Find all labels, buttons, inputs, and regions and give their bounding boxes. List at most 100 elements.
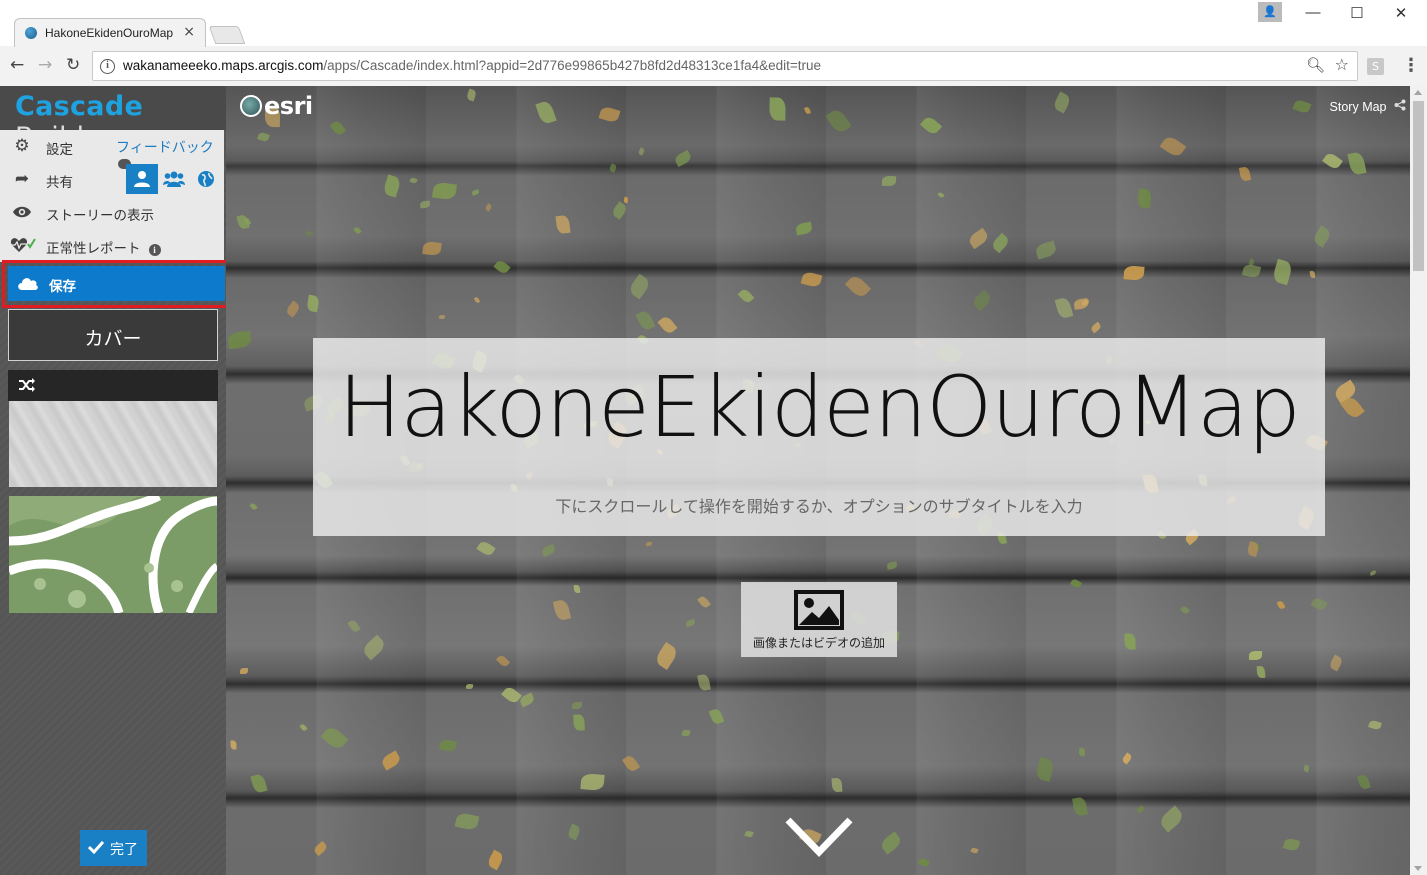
share-label: 共有 xyxy=(46,175,73,191)
share-nodes-icon[interactable] xyxy=(1394,99,1406,111)
maximize-button[interactable]: ☐ xyxy=(1342,4,1372,26)
leaf-decoration xyxy=(422,240,442,257)
story-map-link[interactable]: Story Map xyxy=(1330,99,1406,114)
section-card-cover[interactable]: カバー xyxy=(8,309,218,361)
browser-menu-icon[interactable]: ⋮ xyxy=(1402,55,1420,76)
leaf-decoration xyxy=(970,846,979,855)
leaf-decoration xyxy=(1073,298,1089,310)
done-label: 完了 xyxy=(110,842,138,858)
reload-icon[interactable]: ↻ xyxy=(66,55,80,75)
leaf-decoration xyxy=(382,174,402,198)
leaf-decoration xyxy=(635,309,656,332)
builder-sidebar: Cascade Builder ⚙ 設定 フィードバック ➦ 共有 xyxy=(0,86,230,875)
leaf-decoration xyxy=(800,270,823,289)
leaf-decoration xyxy=(769,97,786,121)
leaf-decoration xyxy=(1078,747,1086,757)
leaf-decoration xyxy=(627,273,652,300)
save-button[interactable]: 保存 xyxy=(8,266,225,301)
builder-menu: ⚙ 設定 フィードバック ➦ 共有 ストーリーの表示 正常性レポート i xyxy=(0,130,224,262)
back-arrow-icon[interactable]: ← xyxy=(10,55,24,75)
leaf-decoration xyxy=(803,106,812,115)
close-window-button[interactable]: ✕ xyxy=(1386,4,1416,26)
leaf-decoration xyxy=(305,229,314,238)
leaf-decoration xyxy=(1369,570,1377,576)
share-private-button[interactable] xyxy=(126,164,158,194)
extension-s-icon[interactable]: S xyxy=(1367,58,1384,75)
section-card-header xyxy=(8,370,218,401)
scroll-down-arrow-icon[interactable] xyxy=(1414,866,1422,871)
scrollbar-thumb[interactable] xyxy=(1413,101,1424,271)
leaf-decoration xyxy=(1121,752,1133,765)
brand-cascade: Cascade xyxy=(15,91,144,122)
url-text[interactable]: wakanameeeko.maps.arcgis.com/apps/Cascad… xyxy=(123,58,821,73)
save-highlight: 保存 xyxy=(2,260,230,308)
browser-tab[interactable]: HakoneEkidenOuroMap × xyxy=(14,18,206,47)
section-card-map[interactable] xyxy=(9,496,217,613)
leaf-decoration xyxy=(573,584,581,594)
zoom-magnifier-icon[interactable]: 🔍︎ xyxy=(1306,56,1325,74)
leaf-decoration xyxy=(708,707,725,726)
leaf-decoration xyxy=(1136,188,1153,209)
leaf-decoration xyxy=(1052,91,1072,114)
story-subtitle[interactable]: 下にスクロールして操作を開始するか、オプションのサブタイトルを入力 xyxy=(313,493,1325,517)
info-icon[interactable]: i xyxy=(148,244,161,256)
site-info-icon[interactable]: i xyxy=(100,59,115,74)
leaf-decoration xyxy=(1357,773,1371,791)
leaf-decoration xyxy=(608,163,618,173)
leaf-decoration xyxy=(673,149,693,168)
leaf-decoration xyxy=(886,561,898,570)
done-button[interactable]: 完了 xyxy=(80,830,147,866)
share-organization-button[interactable] xyxy=(158,164,190,194)
user-profile-icon[interactable]: 👤 xyxy=(1258,2,1282,22)
scroll-up-arrow-icon[interactable] xyxy=(1414,90,1422,95)
cover-title-panel: HakoneEkidenOuroMap 下にスクロールして操作を開始するか、オプ… xyxy=(313,338,1325,536)
menu-health-report[interactable]: 正常性レポート i xyxy=(0,229,224,262)
eye-icon xyxy=(12,202,32,222)
section-card-immersive[interactable] xyxy=(8,370,218,488)
image-icon xyxy=(794,590,844,630)
minimize-button[interactable]: — xyxy=(1298,4,1328,26)
view-story-label: ストーリーの表示 xyxy=(46,208,154,224)
share-public-button[interactable] xyxy=(190,164,222,194)
check-icon xyxy=(88,840,104,854)
leaf-decoration xyxy=(471,189,480,196)
share-arrow-icon: ➦ xyxy=(14,169,30,189)
chevron-down-icon[interactable] xyxy=(784,814,854,858)
leaf-decoration xyxy=(1322,151,1343,171)
leaf-decoration xyxy=(1035,757,1055,782)
leaf-decoration xyxy=(347,618,361,634)
leaf-decoration xyxy=(1309,270,1316,279)
leaf-decoration xyxy=(681,729,691,737)
bookmark-star-icon[interactable]: ☆ xyxy=(1335,55,1349,74)
story-title[interactable]: HakoneEkidenOuroMap xyxy=(313,358,1325,456)
forward-arrow-icon[interactable]: → xyxy=(38,55,52,75)
cover-label: カバー xyxy=(84,328,142,350)
leaf-decoration xyxy=(844,273,872,300)
leaf-decoration xyxy=(1072,796,1088,817)
leaf-decoration xyxy=(1256,665,1266,679)
page-scrollbar[interactable] xyxy=(1410,86,1427,875)
leaf-decoration xyxy=(1069,577,1083,590)
gear-icon: ⚙ xyxy=(14,136,30,156)
new-tab-button[interactable] xyxy=(208,26,246,44)
menu-settings[interactable]: ⚙ 設定 フィードバック xyxy=(0,130,224,169)
esri-logo[interactable]: esri xyxy=(240,92,313,120)
tab-strip: HakoneEkidenOuroMap × 👤 — ☐ ✕ xyxy=(0,0,1427,47)
leaf-decoration xyxy=(465,683,474,690)
leaf-decoration xyxy=(473,296,481,304)
add-media-button[interactable]: 画像またはビデオの追加 xyxy=(741,582,897,657)
leaf-decoration xyxy=(312,840,329,857)
leaf-decoration xyxy=(1311,225,1333,248)
leaf-decoration xyxy=(227,330,252,350)
menu-view-story[interactable]: ストーリーの表示 xyxy=(0,196,224,229)
address-bar[interactable]: i wakanameeeko.maps.arcgis.com/apps/Casc… xyxy=(92,51,1358,81)
health-report-label: 正常性レポート i xyxy=(46,237,161,257)
leaf-decoration xyxy=(685,618,696,628)
tab-close-icon[interactable]: × xyxy=(183,24,195,40)
leaf-decoration xyxy=(621,753,641,774)
leaf-decoration xyxy=(566,823,582,841)
leaf-decoration xyxy=(486,849,505,871)
leaf-decoration xyxy=(737,287,755,305)
leaf-decoration xyxy=(825,106,852,136)
leaf-decoration xyxy=(572,702,582,709)
